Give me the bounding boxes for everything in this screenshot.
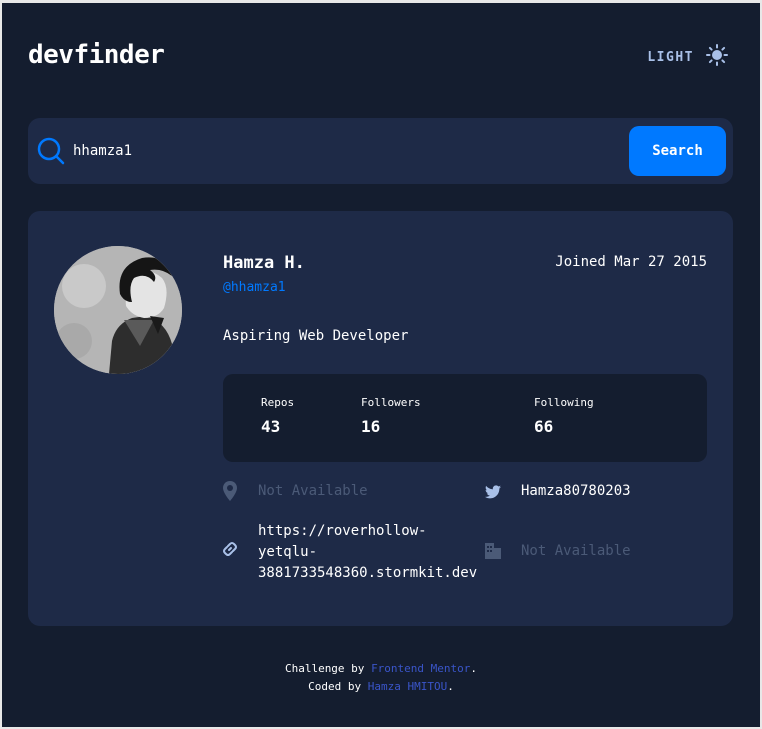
company-text: Not Available xyxy=(521,543,631,559)
location-icon xyxy=(223,481,237,505)
search-input[interactable] xyxy=(73,138,613,164)
theme-toggle[interactable]: LIGHT xyxy=(647,44,728,70)
search-bar: Search xyxy=(28,118,733,184)
stat-repos: Repos 43 xyxy=(261,396,294,436)
website-line-1: https://roverhollow- xyxy=(258,523,427,539)
twitter-icon xyxy=(485,484,501,503)
website-link[interactable]: https://roverhollow- yetqlu- 38817335483… xyxy=(258,521,477,584)
stats-panel: Repos 43 Followers 16 Following 66 xyxy=(223,374,707,462)
stat-following: Following 66 xyxy=(534,396,594,436)
stat-repos-label: Repos xyxy=(261,396,295,409)
website-line-2: yetqlu- xyxy=(258,544,318,560)
stat-followers-value: 16 xyxy=(361,417,381,436)
website-line-3: 3881733548360.stormkit.dev xyxy=(258,565,478,581)
profile-card: Hamza H. Joined Mar 27 2015 @hhamza1 Asp… xyxy=(28,211,733,626)
stat-following-label: Following xyxy=(534,396,594,409)
search-icon xyxy=(37,137,65,169)
joined-date: Joined Mar 27 2015 xyxy=(555,254,707,270)
app-logo: devfinder xyxy=(28,40,165,70)
footer-challenge-prefix: Challenge by xyxy=(284,662,365,675)
stat-following-value: 66 xyxy=(534,417,554,436)
link-icon xyxy=(222,541,238,561)
twitter-handle[interactable]: Hamza80780203 xyxy=(521,483,631,499)
frontend-mentor-link[interactable]: Frontend Mentor xyxy=(371,662,470,675)
stat-followers-label: Followers xyxy=(361,396,421,409)
footer-line-1-suffix: . xyxy=(470,662,478,675)
company-icon xyxy=(485,543,501,563)
stat-repos-value: 43 xyxy=(261,417,281,436)
footer-coded-prefix: Coded by xyxy=(308,680,362,693)
stat-followers: Followers 16 xyxy=(361,396,421,436)
footer-line-2-suffix: . xyxy=(447,680,454,693)
app-header: devfinder LIGHT xyxy=(28,40,728,76)
attribution-footer: Challenge by Frontend Mentor. Coded by H… xyxy=(0,660,762,696)
location-text: Not Available xyxy=(258,483,368,499)
search-button[interactable]: Search xyxy=(629,126,726,176)
profile-name: Hamza H. xyxy=(223,253,305,273)
footer-line-1: Challenge by Frontend Mentor. xyxy=(0,660,762,678)
profile-login[interactable]: @hhamza1 xyxy=(223,280,286,295)
footer-line-2: Coded by Hamza HMITOU. xyxy=(0,678,762,696)
sun-icon xyxy=(706,44,728,70)
author-link[interactable]: Hamza HMITOU xyxy=(368,680,447,693)
theme-toggle-label: LIGHT xyxy=(647,49,694,65)
profile-bio: Aspiring Web Developer xyxy=(223,328,409,344)
avatar xyxy=(54,246,182,374)
